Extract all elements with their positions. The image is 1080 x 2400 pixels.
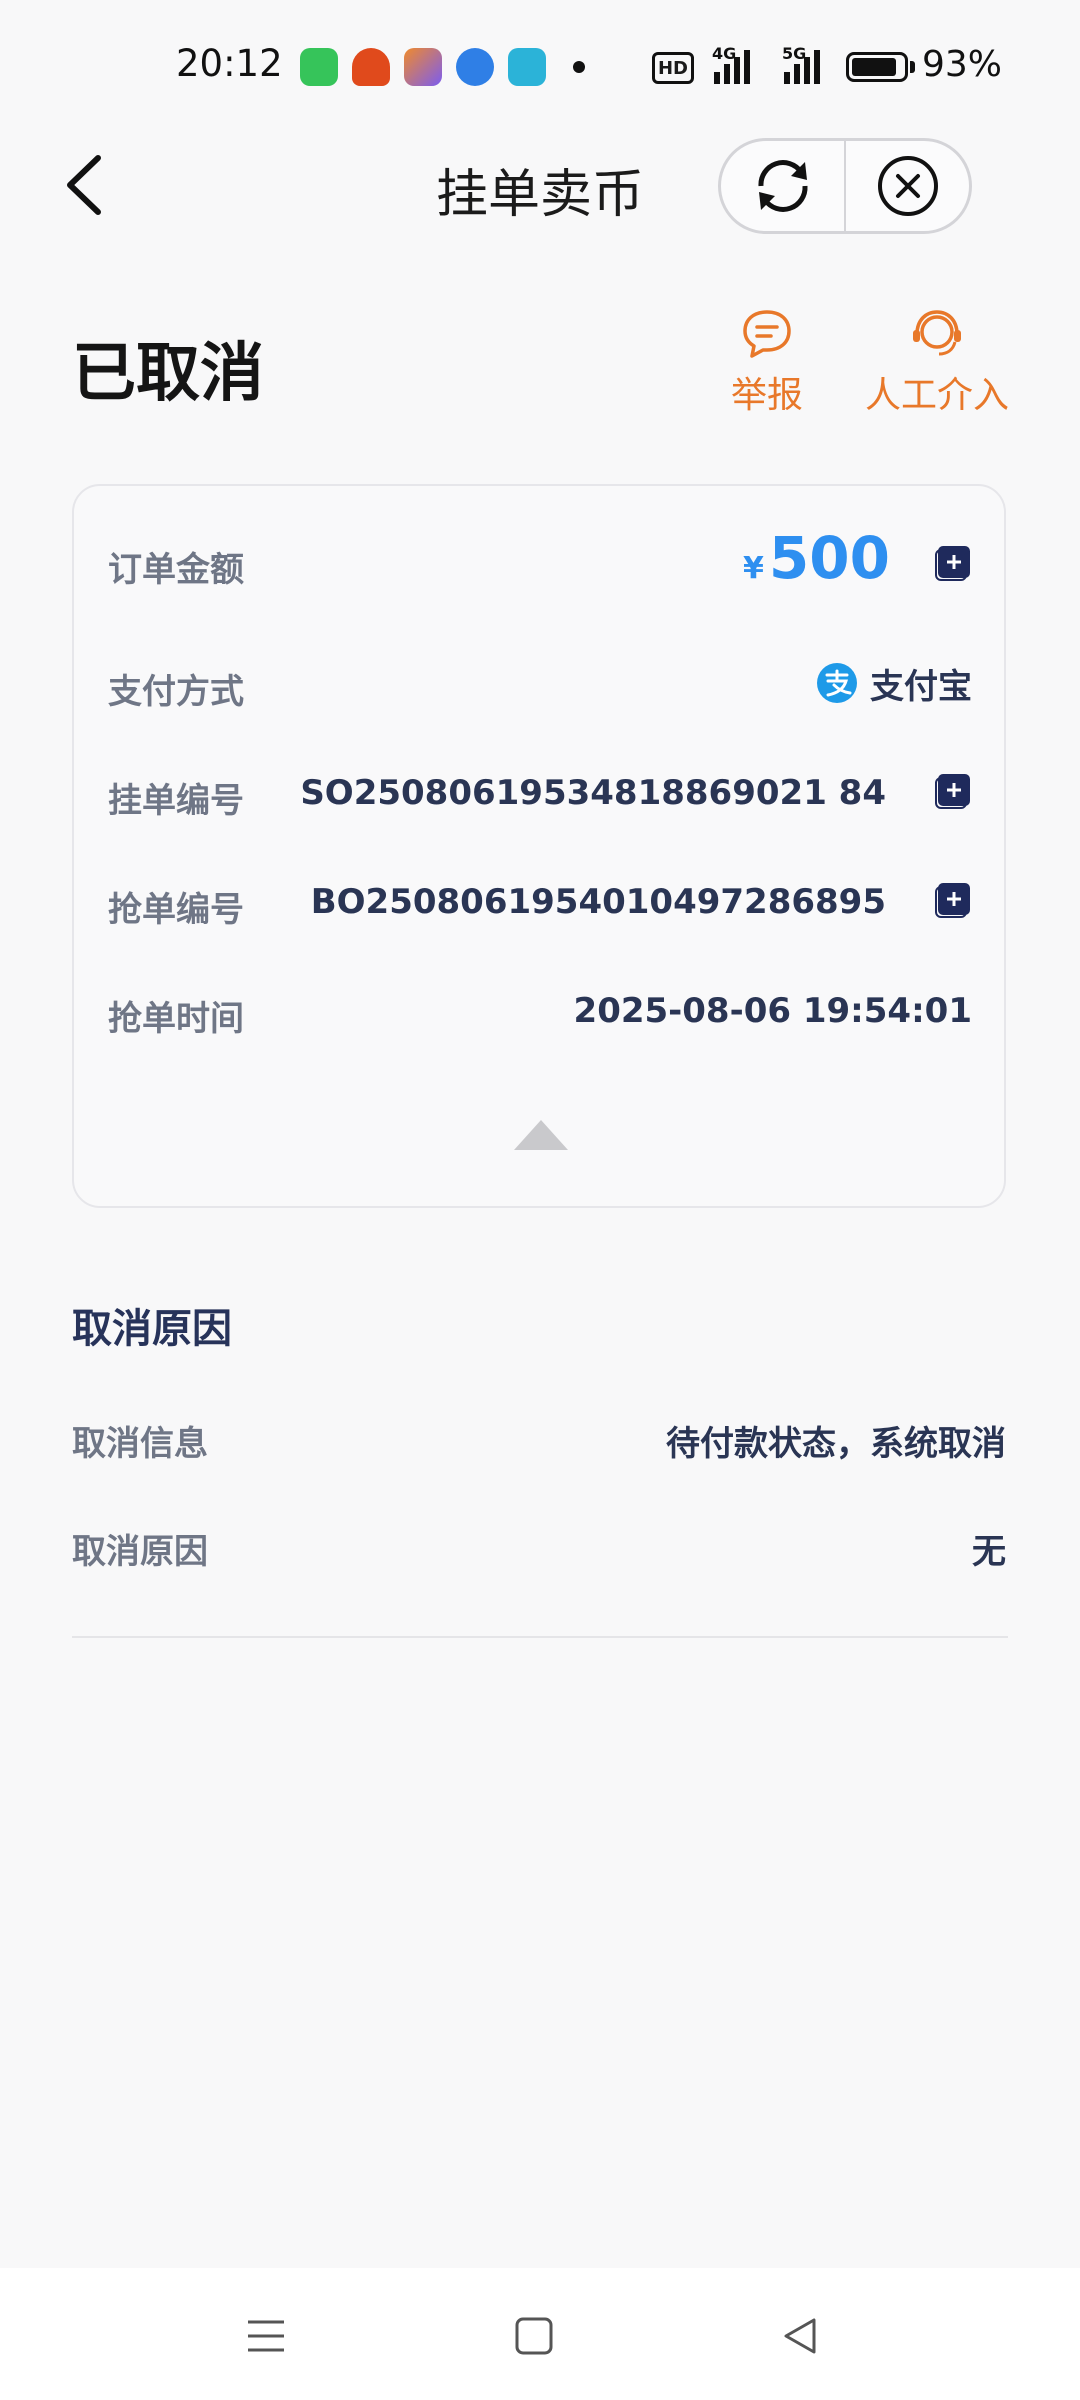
currency-symbol: ¥ bbox=[742, 551, 764, 586]
order-details-card bbox=[72, 484, 1006, 1208]
copy-amount-icon[interactable] bbox=[934, 544, 972, 582]
cancel-info-value: 待付款状态，系统取消 bbox=[666, 1424, 1006, 1464]
chat-bubble-icon bbox=[743, 310, 791, 358]
payment-method-text: 支付宝 bbox=[870, 666, 972, 707]
notification-dot-icon bbox=[573, 61, 585, 73]
shop-icon bbox=[300, 48, 338, 86]
status-time: 20:12 bbox=[176, 42, 283, 85]
headset-icon bbox=[913, 310, 961, 356]
collapse-caret-icon[interactable] bbox=[514, 1120, 568, 1150]
refresh-icon bbox=[757, 160, 808, 212]
grab-time-value: 2025-08-06 19:54:01 bbox=[573, 991, 972, 1031]
status-bar: 20:12 HD 4G 5G 93% bbox=[0, 0, 1080, 130]
app-icon-red bbox=[352, 48, 390, 86]
home-square-icon[interactable] bbox=[510, 2312, 558, 2360]
manual-intervention-action[interactable]: 人工介入 bbox=[864, 308, 1010, 418]
app-icon-blue bbox=[456, 48, 494, 86]
order-status-title: 已取消 bbox=[72, 337, 264, 411]
battery-tip bbox=[910, 61, 915, 73]
report-label: 举报 bbox=[730, 375, 803, 416]
grab-time-label: 抢单时间 bbox=[108, 999, 244, 1039]
amount-number: 500 bbox=[768, 524, 890, 592]
payment-method-value: 支付宝 bbox=[806, 658, 972, 708]
grab-number-label: 抢单编号 bbox=[108, 890, 244, 930]
alipay-icon bbox=[817, 663, 857, 703]
report-action[interactable]: 举报 bbox=[724, 308, 810, 418]
signal-icon-1 bbox=[714, 50, 750, 84]
grab-number-value: BO2508061954010497286895 bbox=[310, 882, 886, 922]
app-icon-teal bbox=[508, 48, 546, 86]
hd-badge: HD bbox=[652, 52, 694, 84]
app-icon-multicolor bbox=[404, 48, 442, 86]
copy-grab-number-icon[interactable] bbox=[934, 881, 972, 919]
amount-label: 订单金额 bbox=[108, 550, 244, 590]
refresh-button[interactable] bbox=[721, 141, 844, 231]
cancel-section-title: 取消原因 bbox=[72, 1306, 232, 1352]
signal-icon-2 bbox=[784, 50, 820, 84]
back-triangle-icon[interactable] bbox=[776, 2312, 824, 2360]
close-button[interactable] bbox=[846, 141, 969, 231]
cancel-reason-label: 取消原因 bbox=[72, 1532, 208, 1572]
payment-method-label: 支付方式 bbox=[108, 672, 244, 712]
section-divider bbox=[72, 1636, 1008, 1638]
listing-number-label: 挂单编号 bbox=[108, 781, 244, 821]
manual-intervention-label: 人工介入 bbox=[864, 375, 1009, 416]
menu-icon[interactable] bbox=[242, 2312, 290, 2360]
amount-value: ¥ 500 bbox=[740, 524, 890, 592]
cancel-reason-value: 无 bbox=[972, 1532, 1006, 1572]
battery-icon bbox=[846, 52, 908, 82]
copy-listing-number-icon[interactable] bbox=[934, 772, 972, 810]
close-circle-icon bbox=[877, 156, 938, 216]
cancel-info-label: 取消信息 bbox=[72, 1424, 208, 1464]
mini-program-capsule bbox=[718, 138, 972, 234]
listing-number-value: SO25080619534818869021 84 bbox=[300, 773, 886, 813]
battery-percent: 93% bbox=[922, 44, 1003, 85]
